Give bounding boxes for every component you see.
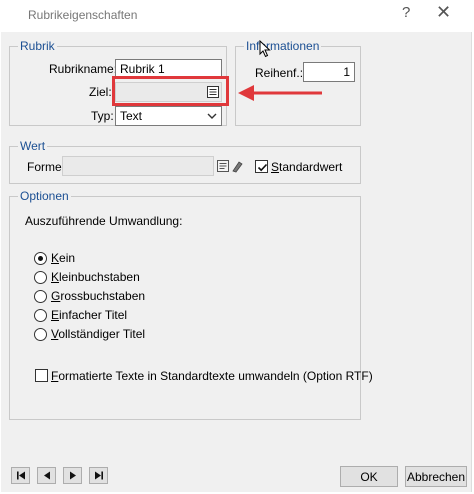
radio-kleinbuchstaben-label: Kleinbuchstaben (51, 270, 140, 284)
first-record-button[interactable] (11, 467, 30, 484)
informationen-group-title: Informationen (244, 39, 322, 53)
dialog-body: Rubrik Rubrikname: Rubrik 1 Ziel: Typ: T… (1, 32, 472, 492)
mouse-cursor-icon (259, 40, 271, 58)
close-button[interactable]: ✕ (436, 2, 451, 23)
last-record-icon (94, 471, 103, 480)
ziel-label: Ziel: (89, 85, 112, 99)
formel-input[interactable] (62, 156, 214, 176)
title-bar: Rubrikeigenschaften ? ✕ (0, 0, 474, 32)
cancel-button[interactable]: Abbrechen (405, 466, 467, 487)
first-record-icon (16, 471, 25, 480)
radio-kein-circle[interactable] (34, 251, 47, 265)
radio-einfacher-titel-label: Einfacher Titel (51, 308, 128, 322)
radio-grossbuchstaben-circle[interactable] (34, 289, 47, 303)
radio-einfacher-titel-circle[interactable] (34, 308, 47, 322)
standardwert-label[interactable]: Standardwert (271, 160, 342, 174)
ok-button[interactable]: OK (340, 466, 398, 487)
wert-group-title: Wert (18, 139, 48, 153)
typ-select[interactable]: Text (115, 106, 222, 126)
radio-grossbuchstaben-label: Grossbuchstaben (51, 289, 146, 303)
typ-value: Text (120, 109, 143, 123)
radio-vollstaendiger-titel-circle[interactable] (34, 327, 47, 341)
radio-kleinbuchstaben[interactable]: Kleinbuchstaben (34, 268, 140, 286)
radio-grossbuchstaben[interactable]: Grossbuchstaben (34, 287, 145, 305)
previous-record-icon (43, 471, 50, 480)
radio-vollstaendiger-titel-label: Vollständiger Titel (51, 327, 146, 341)
rubrikname-label: Rubrikname: (49, 62, 118, 76)
radio-einfacher-titel[interactable]: Einfacher Titel (34, 306, 127, 324)
reihenfolge-value: 1 (343, 65, 350, 79)
radio-kleinbuchstaben-circle[interactable] (34, 270, 47, 284)
standardwert-checkbox[interactable] (255, 160, 268, 173)
rubrikname-value: Rubrik 1 (120, 62, 165, 76)
typ-label: Typ: (91, 109, 114, 123)
arrow-left-icon (238, 85, 322, 101)
formula-editor-icon (217, 160, 243, 173)
formula-editor-button[interactable] (215, 157, 245, 175)
radio-kein[interactable]: Kein (34, 249, 75, 267)
next-record-button[interactable] (63, 467, 82, 484)
previous-record-button[interactable] (37, 467, 56, 484)
reihenfolge-input[interactable]: 1 (303, 62, 355, 82)
rtf-label[interactable]: Formatierte Texte in Standardtexte umwan… (51, 369, 373, 383)
radio-kein-label: Kein (51, 251, 76, 265)
rtf-checkbox[interactable] (35, 369, 48, 382)
radio-vollstaendiger-titel[interactable]: Vollständiger Titel (34, 325, 145, 343)
ziel-highlight-box (112, 76, 229, 106)
rubrik-group-title: Rubrik (18, 39, 57, 53)
next-record-icon (69, 471, 76, 480)
reihenfolge-label: Reihenf.: (255, 66, 304, 80)
help-button[interactable]: ? (402, 4, 410, 21)
optionen-group-title: Optionen (18, 189, 71, 203)
umwandlung-heading: Auszuführende Umwandlung: (25, 214, 183, 228)
last-record-button[interactable] (89, 467, 108, 484)
checkmark-icon (257, 163, 268, 172)
window-title: Rubrikeigenschaften (28, 8, 138, 22)
chevron-down-icon (207, 113, 217, 119)
